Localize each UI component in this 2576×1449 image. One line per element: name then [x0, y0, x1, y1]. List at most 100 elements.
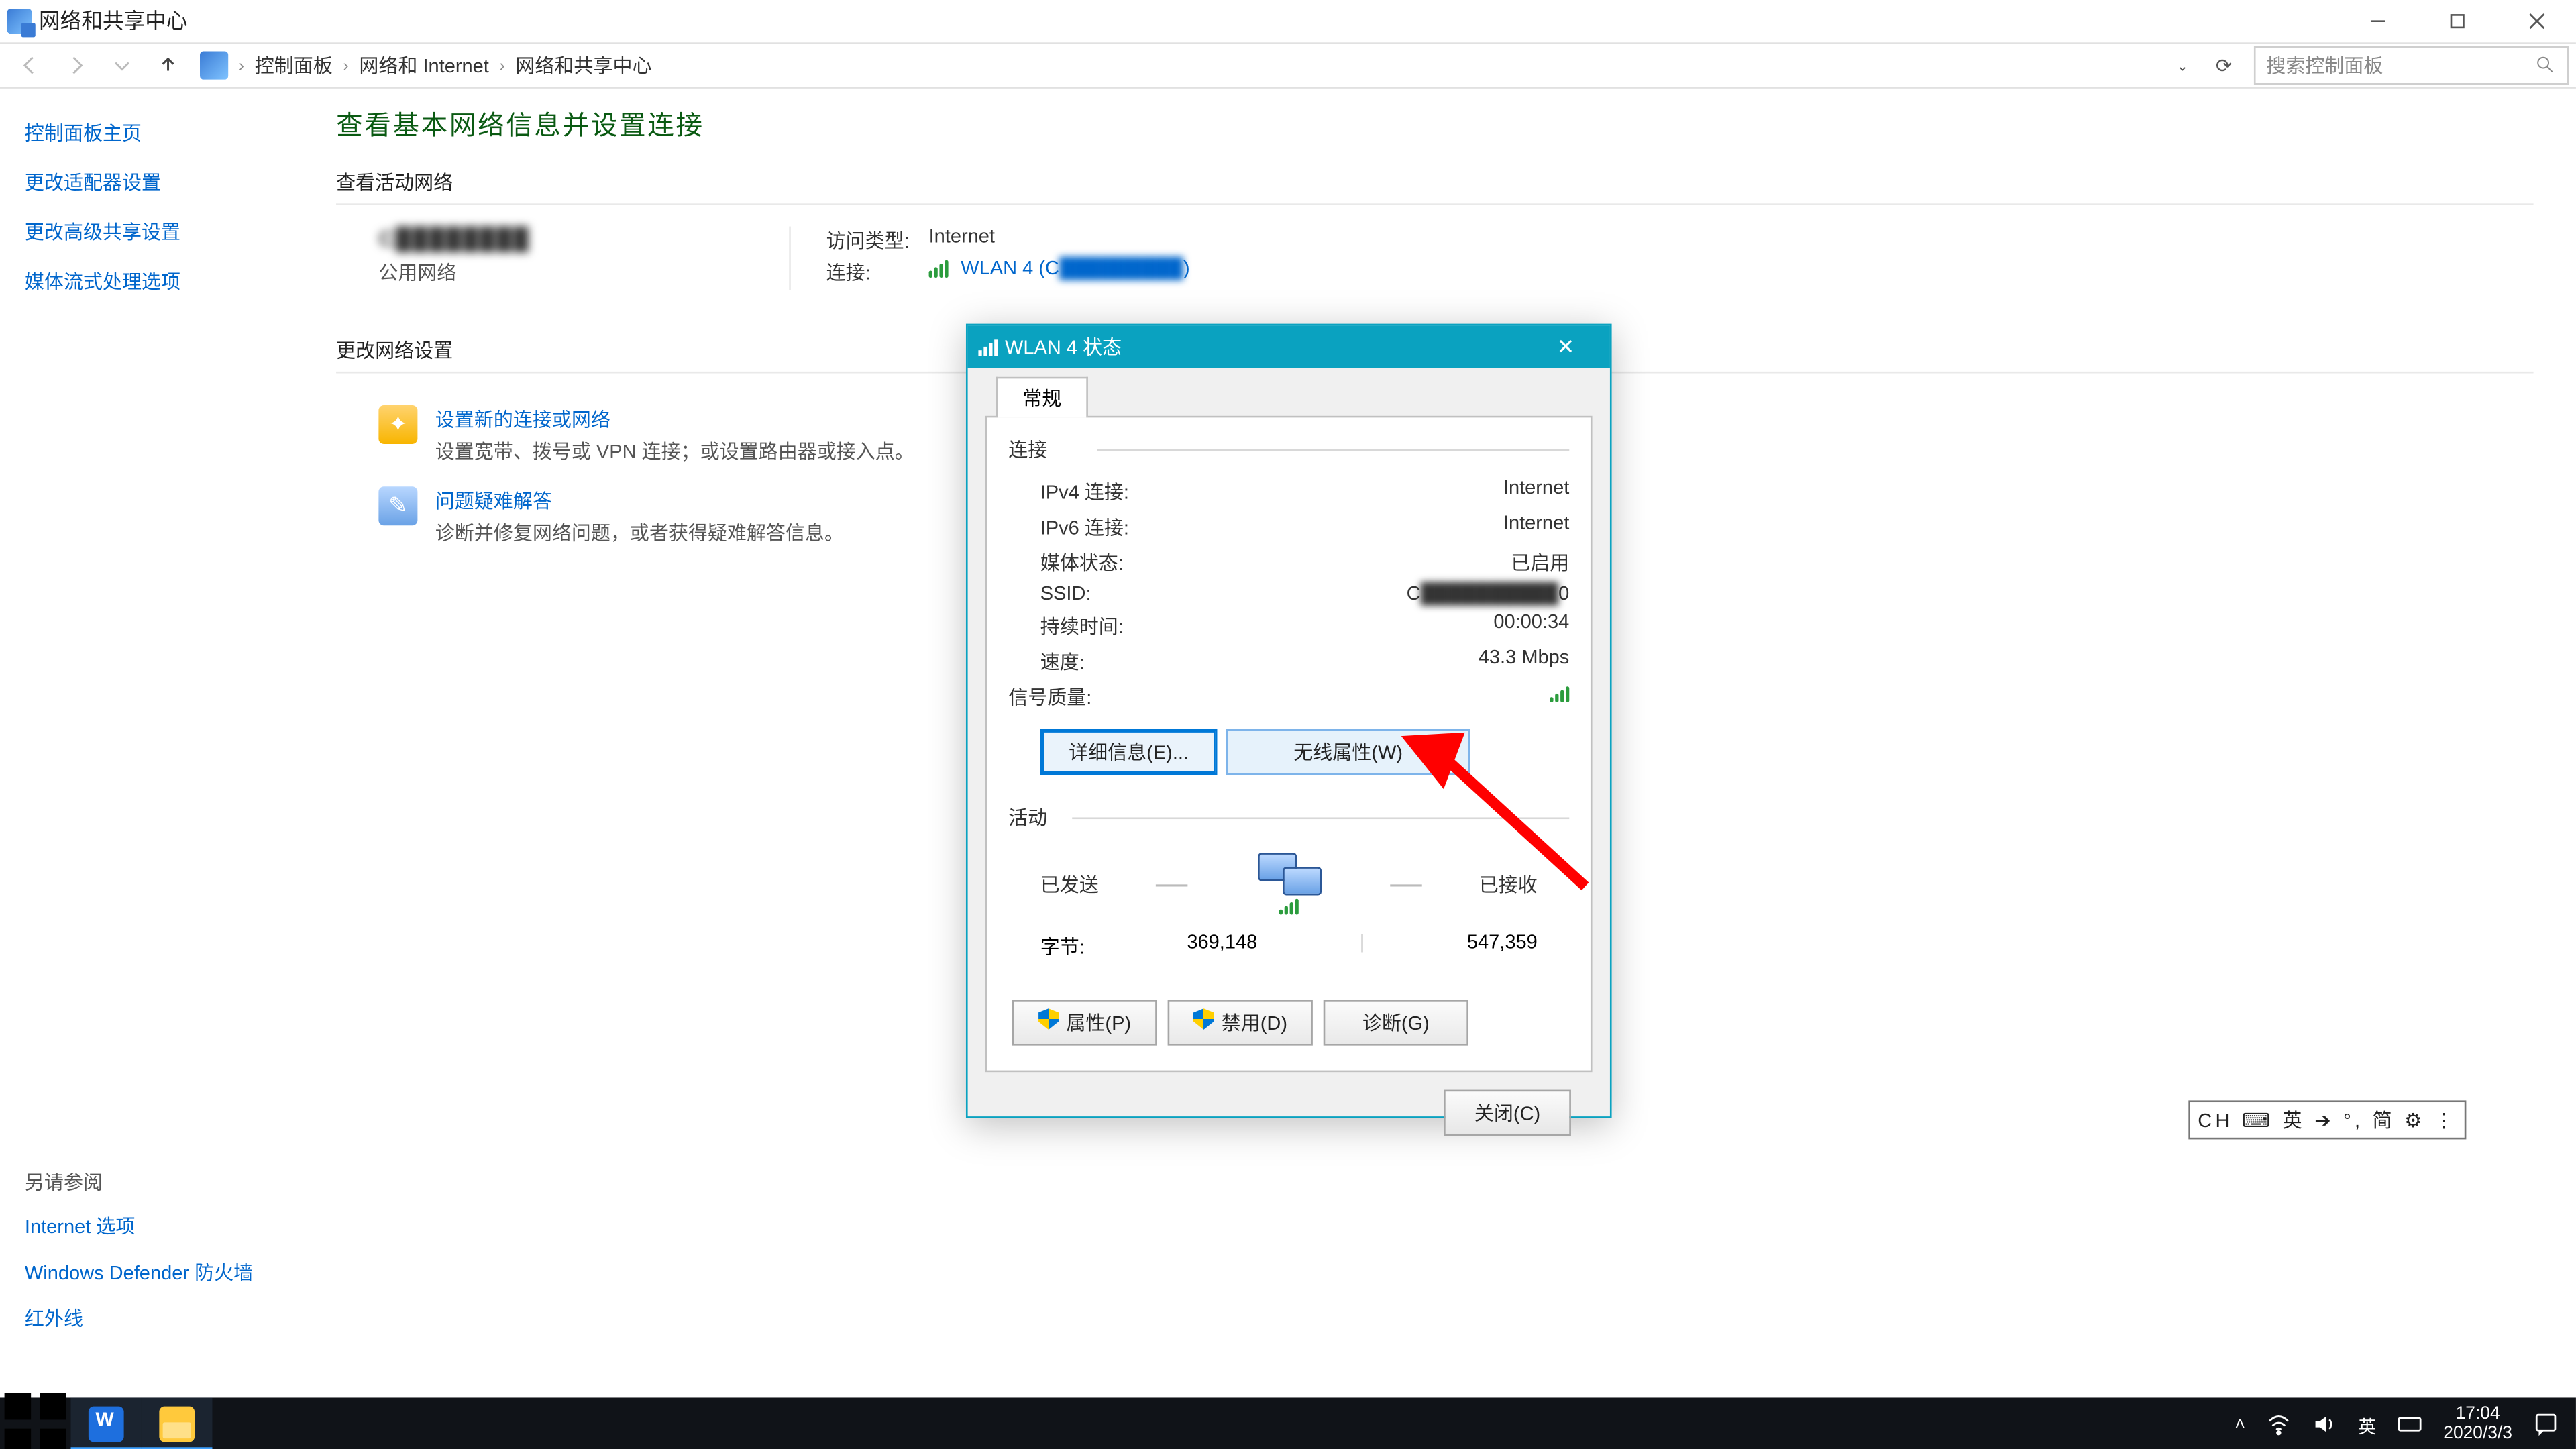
- sent-bytes: 369,148: [1187, 932, 1257, 961]
- action-title: 设置新的连接或网络: [435, 405, 914, 433]
- tray-keyboard-icon[interactable]: [2398, 1412, 2422, 1437]
- see-also-defender-firewall[interactable]: Windows Defender 防火墙: [25, 1252, 253, 1291]
- see-also-heading: 另请参阅: [25, 1168, 253, 1196]
- diagnose-button[interactable]: 诊断(G): [1324, 1000, 1468, 1046]
- active-networks-heading: 查看活动网络: [336, 161, 2534, 205]
- breadcrumb-item[interactable]: 网络和共享中心: [512, 51, 655, 79]
- wlan-status-dialog: WLAN 4 状态 ✕ 常规 连接 IPv4 连接: Internet IPv6 …: [966, 324, 1612, 1118]
- sent-label: 已发送: [1040, 869, 1099, 898]
- nav-recent-dropdown[interactable]: [99, 42, 146, 89]
- shield-icon: [1038, 1008, 1059, 1030]
- taskbar: ˄ 英 17:04 2020/3/3: [0, 1397, 2576, 1449]
- see-also: 另请参阅 Internet 选项 Windows Defender 防火墙 红外…: [25, 1168, 253, 1345]
- ipv6-label: IPv6 连接:: [1040, 513, 1129, 541]
- ipv6-value: Internet: [1503, 513, 1569, 541]
- windows-logo-icon: [0, 1389, 70, 1449]
- network-name: C████████: [378, 227, 767, 252]
- tray-time: 17:04: [2443, 1405, 2512, 1424]
- duration-value: 00:00:34: [1493, 612, 1569, 641]
- app-icon: [7, 9, 32, 34]
- activity-icon: [1244, 853, 1333, 914]
- sidebar-link-adapters[interactable]: 更改适配器设置: [25, 163, 286, 202]
- nav-forward-button[interactable]: [53, 42, 99, 89]
- action-desc: 设置宽带、拨号或 VPN 连接；或设置路由器或接入点。: [435, 437, 914, 465]
- refresh-button[interactable]: ⟳: [2201, 54, 2247, 76]
- chevron-right-icon: ›: [231, 56, 251, 74]
- properties-button[interactable]: 属性(P): [1012, 1000, 1157, 1046]
- taskbar-app-wps[interactable]: [70, 1397, 141, 1449]
- window-title: 网络和共享中心: [39, 0, 188, 42]
- group-connection: 连接: [1008, 435, 1569, 464]
- disable-button[interactable]: 禁用(D): [1168, 1000, 1313, 1046]
- signal-quality-value: [1550, 683, 1569, 711]
- sidebar-link-home[interactable]: 控制面板主页: [25, 113, 286, 152]
- active-network: C████████ 公用网络 访问类型: Internet 连接: WLAN 4…: [336, 227, 2534, 290]
- sidebar-link-sharing[interactable]: 更改高级共享设置: [25, 212, 286, 251]
- tray-ime-indicator[interactable]: 英: [2359, 1411, 2376, 1438]
- ipv4-label: IPv4 连接:: [1040, 478, 1129, 506]
- chevron-right-icon: ›: [492, 56, 512, 74]
- tray-notifications-icon[interactable]: [2534, 1412, 2559, 1437]
- media-state-value: 已启用: [1511, 549, 1569, 577]
- folder-icon: [159, 1407, 195, 1442]
- wps-icon: [89, 1407, 124, 1442]
- window-maximize-button[interactable]: [2417, 0, 2497, 42]
- search-input[interactable]: 搜索控制面板: [2254, 46, 2569, 85]
- control-panel-icon: [200, 51, 228, 79]
- dialog-close-button[interactable]: ✕: [1532, 334, 1599, 359]
- dialog-title: WLAN 4 状态: [1005, 333, 1122, 361]
- duration-label: 持续时间:: [1040, 612, 1124, 641]
- nav-up-button[interactable]: [145, 42, 191, 89]
- wifi-icon: [978, 339, 998, 355]
- tray-clock[interactable]: 17:04 2020/3/3: [2443, 1405, 2512, 1444]
- explorer-address-bar: › 控制面板 › 网络和 Internet › 网络和共享中心 ⌄ ⟳ 搜索控制…: [0, 42, 2576, 89]
- received-bytes: 547,359: [1467, 932, 1538, 961]
- speed-label: 速度:: [1040, 647, 1085, 676]
- speed-value: 43.3 Mbps: [1479, 647, 1569, 676]
- signal-quality-label: 信号质量:: [1008, 683, 1091, 711]
- media-state-label: 媒体状态:: [1040, 549, 1124, 577]
- action-desc: 诊断并修复网络问题，或者获得疑难解答信息。: [435, 519, 844, 547]
- dialog-panel: 连接 IPv4 连接: Internet IPv6 连接: Internet 媒体状…: [985, 416, 1593, 1072]
- taskbar-app-explorer[interactable]: [142, 1397, 212, 1449]
- breadcrumb-dropdown[interactable]: ⌄: [2166, 58, 2199, 74]
- system-tray: ˄ 英 17:04 2020/3/3: [2235, 1405, 2575, 1444]
- see-also-internet-options[interactable]: Internet 选项: [25, 1207, 253, 1246]
- connection-link[interactable]: WLAN 4 (C█████████): [929, 258, 1190, 286]
- signal-bars-icon: [1550, 686, 1569, 702]
- group-activity: 活动: [1008, 803, 1569, 831]
- dialog-titlebar[interactable]: WLAN 4 状态 ✕: [968, 325, 1610, 368]
- new-connection-icon: ✦: [378, 405, 417, 444]
- network-type: 公用网络: [378, 258, 767, 286]
- troubleshoot-icon: ✎: [378, 486, 417, 525]
- breadcrumb-item[interactable]: 控制面板: [251, 51, 336, 79]
- ime-language-bar[interactable]: CH ⌨ 英 ➔ °, 简 ⚙ ⋮: [2189, 1100, 2466, 1139]
- signal-bars-icon: [929, 260, 949, 278]
- shield-icon: [1193, 1008, 1214, 1030]
- window-close-button[interactable]: [2496, 0, 2576, 42]
- chevron-right-icon: ›: [336, 56, 356, 74]
- nav-back-button[interactable]: [7, 42, 54, 89]
- search-icon: [2535, 55, 2557, 76]
- tray-volume-icon[interactable]: [2312, 1412, 2337, 1437]
- ipv4-value: Internet: [1503, 478, 1569, 506]
- tray-wifi-icon[interactable]: [2267, 1412, 2292, 1437]
- breadcrumb-item[interactable]: 网络和 Internet: [356, 51, 492, 79]
- start-button[interactable]: [0, 1397, 70, 1449]
- dialog-tabs: 常规: [985, 368, 1593, 416]
- search-placeholder: 搜索控制面板: [2266, 51, 2383, 79]
- action-title: 问题疑难解答: [435, 486, 844, 515]
- window-minimize-button[interactable]: [2337, 0, 2417, 42]
- wireless-properties-button[interactable]: 无线属性(W): [1226, 729, 1470, 775]
- see-also-infrared[interactable]: 红外线: [25, 1299, 253, 1338]
- sidebar-link-media-stream[interactable]: 媒体流式处理选项: [25, 262, 286, 301]
- details-button[interactable]: 详细信息(E)...: [1040, 729, 1218, 775]
- tray-date: 2020/3/3: [2443, 1424, 2512, 1444]
- access-type-label: 访问类型:: [826, 227, 929, 255]
- breadcrumb[interactable]: › 控制面板 › 网络和 Internet › 网络和共享中心 ⌄: [191, 44, 2201, 87]
- bytes-label: 字节:: [1040, 932, 1085, 961]
- close-button[interactable]: 关闭(C): [1444, 1090, 1571, 1136]
- tab-general[interactable]: 常规: [996, 377, 1088, 418]
- ssid-label: SSID:: [1040, 584, 1091, 605]
- tray-chevron-up-icon[interactable]: ˄: [2235, 1415, 2245, 1434]
